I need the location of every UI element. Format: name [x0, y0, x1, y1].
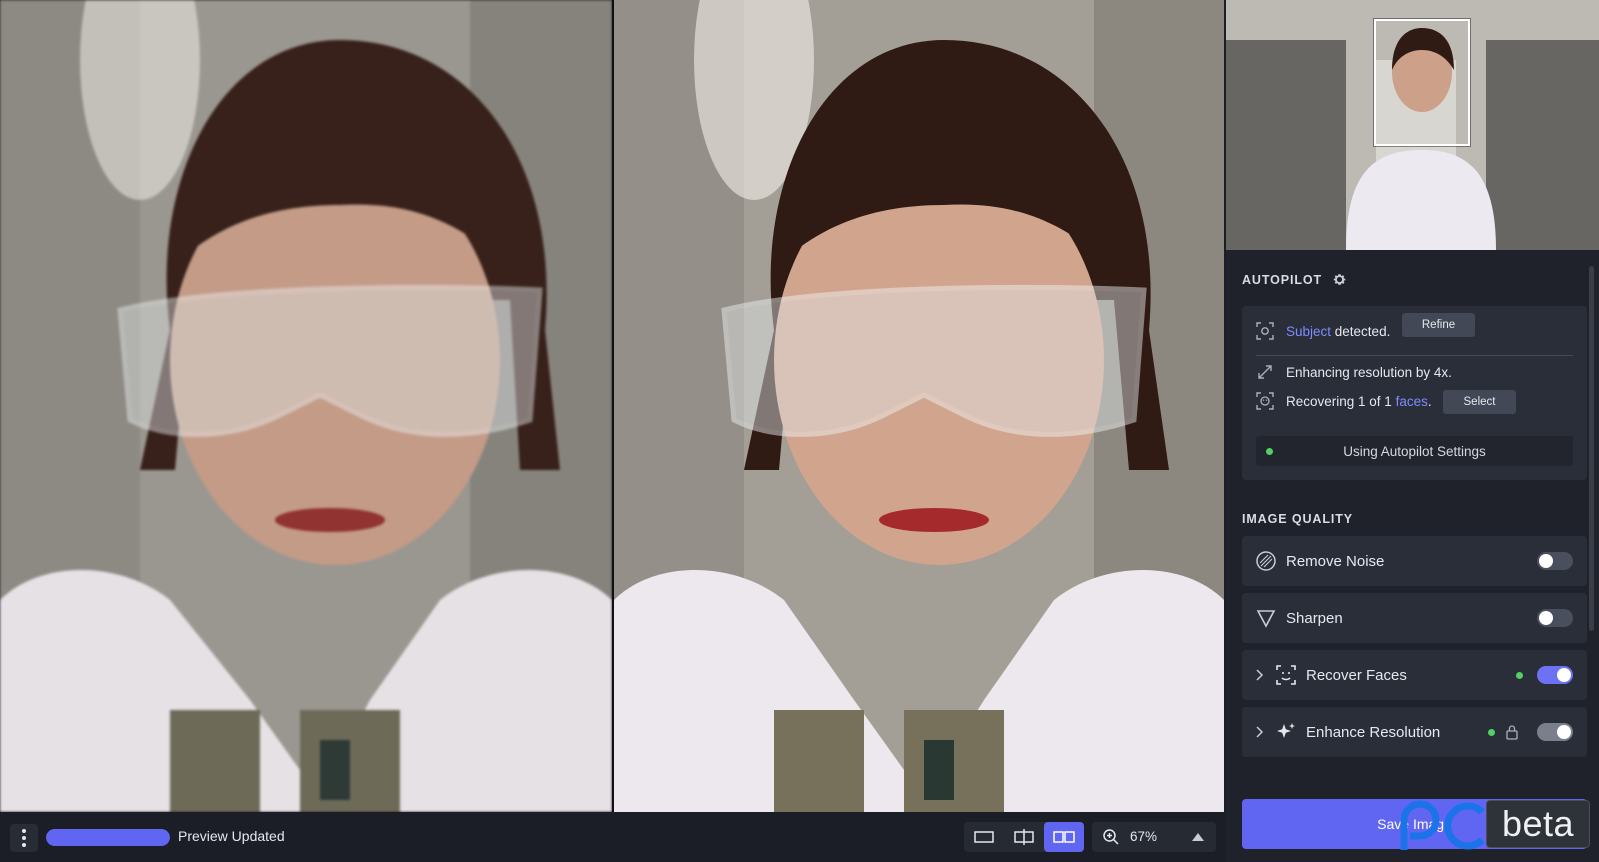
enhance-resolution-label: Enhance Resolution [1306, 723, 1441, 741]
single-view-button[interactable] [964, 822, 1004, 852]
preview-status: Preview Updated [178, 828, 285, 844]
enhance-text: Enhancing resolution by 4x. [1286, 364, 1452, 380]
recover-row: Recovering 1 of 1 faces . [1256, 391, 1432, 411]
chevron-right-icon[interactable] [1254, 725, 1264, 739]
autopilot-status-text: Using Autopilot Settings [1343, 443, 1486, 459]
enhance-resolution-toggle[interactable] [1537, 723, 1573, 741]
view-mode-group [964, 822, 1084, 852]
remove-noise-toggle[interactable] [1537, 552, 1573, 570]
enhance-row: Enhancing resolution by 4x. [1256, 362, 1452, 382]
zoom-level: 67% [1130, 829, 1158, 844]
face-scan-icon [1276, 665, 1296, 685]
sharpen-row[interactable]: Sharpen [1242, 593, 1587, 643]
split-view-button[interactable] [1004, 822, 1044, 852]
recover-faces-row[interactable]: Recover Faces [1242, 650, 1587, 700]
enhanced-photo [614, 0, 1224, 812]
sidebar-scrollbar[interactable] [1589, 266, 1594, 631]
lock-icon [1506, 725, 1518, 740]
face-icon [1256, 392, 1274, 410]
more-menu-icon[interactable] [10, 824, 38, 852]
zoom-control[interactable]: 67% [1092, 822, 1216, 852]
select-button[interactable]: Select [1443, 390, 1516, 414]
recover-prefix: Recovering 1 of 1 [1286, 393, 1396, 409]
autopilot-title: AUTOPILOT [1242, 272, 1323, 287]
autopilot-heading: AUTOPILOT [1242, 272, 1347, 287]
recover-suffix: . [1427, 393, 1432, 409]
settings-sidebar: AUTOPILOT Subject detected. Refine Enhan… [1226, 0, 1599, 862]
sparkle-icon [1277, 723, 1295, 738]
gear-icon[interactable] [1332, 272, 1347, 287]
subject-row: Subject detected. [1256, 317, 1390, 345]
pc-logo-icon [1400, 800, 1485, 850]
enhance-resolution-row[interactable]: Enhance Resolution [1242, 707, 1587, 757]
autopilot-indicator [1516, 672, 1523, 679]
sharpen-label: Sharpen [1286, 609, 1343, 627]
image-quality-heading: IMAGE QUALITY [1242, 512, 1354, 526]
viewport-frame[interactable] [1374, 19, 1470, 146]
autopilot-card: Subject detected. Refine Enhancing resol… [1242, 306, 1587, 480]
autopilot-indicator [1488, 729, 1495, 736]
chevron-right-icon[interactable] [1254, 668, 1264, 682]
single-view-icon [974, 831, 994, 843]
autopilot-separator [1256, 355, 1573, 356]
recover-faces-toggle[interactable] [1537, 666, 1573, 684]
caret-up-icon[interactable] [1192, 833, 1204, 841]
enhanced-preview[interactable] [614, 0, 1224, 812]
side-by-side-icon [1053, 831, 1075, 843]
status-dot [1266, 448, 1273, 455]
sharpen-icon [1256, 610, 1276, 628]
remove-noise-row[interactable]: Remove Noise [1242, 536, 1587, 586]
bottom-toolbar: Preview Updated 67% [0, 812, 1226, 862]
autopilot-status-bar[interactable]: Using Autopilot Settings [1256, 436, 1573, 466]
subject-detected-text: detected. [1331, 323, 1391, 339]
subject-link[interactable]: Subject [1286, 324, 1331, 339]
beta-label: beta [1486, 800, 1590, 848]
navigator-thumbnail[interactable] [1226, 0, 1599, 250]
side-by-side-button[interactable] [1044, 822, 1084, 852]
zoom-icon[interactable] [1102, 828, 1120, 846]
expand-arrows-icon [1258, 365, 1272, 379]
subject-detect-icon [1256, 322, 1274, 340]
preview-progress-bar [46, 829, 170, 846]
original-photo [0, 0, 612, 812]
recover-faces-label: Recover Faces [1306, 666, 1407, 684]
original-preview[interactable] [0, 0, 612, 812]
refine-button[interactable]: Refine [1402, 313, 1475, 337]
noise-icon [1256, 551, 1276, 571]
faces-link[interactable]: faces [1396, 394, 1428, 409]
split-view-icon [1014, 829, 1034, 845]
beta-watermark: beta [1396, 800, 1596, 855]
remove-noise-label: Remove Noise [1286, 552, 1385, 570]
sharpen-toggle[interactable] [1537, 609, 1573, 627]
